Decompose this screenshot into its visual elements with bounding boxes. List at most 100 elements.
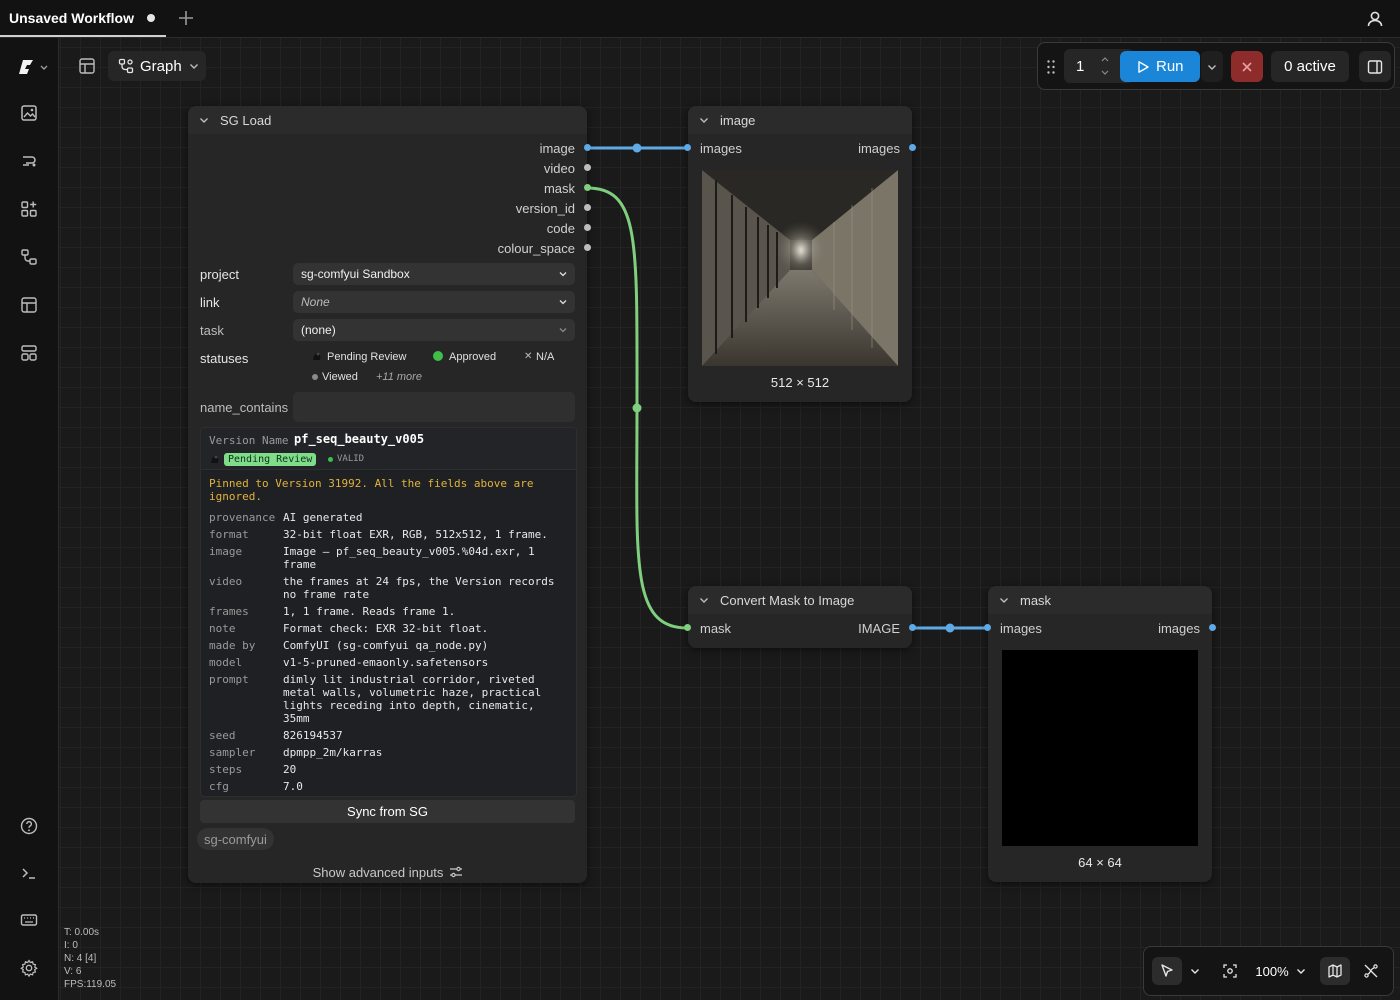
- user-icon[interactable]: [1364, 8, 1386, 30]
- link-select[interactable]: None: [293, 291, 575, 313]
- version-info-header: Version Name pf_seq_beauty_v005 Pending …: [201, 428, 576, 470]
- settings-gear-icon[interactable]: [18, 957, 40, 979]
- node-library-icon[interactable]: [18, 150, 40, 172]
- output-slot-image[interactable]: [909, 624, 916, 631]
- graph-mode-dropdown[interactable]: Graph: [108, 51, 206, 81]
- version-name-value: pf_seq_beauty_v005: [294, 432, 425, 446]
- output-slot-image[interactable]: [584, 144, 591, 151]
- left-sidebar: [0, 38, 59, 1000]
- link-label: link: [200, 295, 220, 310]
- new-tab-plus-icon[interactable]: [176, 8, 196, 28]
- fit-view-button[interactable]: [1218, 957, 1242, 985]
- info-value: 1, 1 frame. Reads frame 1.: [283, 605, 456, 618]
- output-slot-images[interactable]: [909, 144, 916, 151]
- output-label-code: code: [546, 221, 575, 236]
- output-slot-version-id[interactable]: [584, 204, 591, 211]
- model-library-icon[interactable]: [18, 198, 40, 220]
- status-pending-review[interactable]: Pending Review: [327, 351, 407, 363]
- minimap-toggle-button[interactable]: [1320, 957, 1350, 985]
- node-header[interactable]: mask: [988, 586, 1212, 614]
- info-key: made by: [209, 639, 256, 652]
- run-button[interactable]: Run: [1120, 51, 1200, 82]
- collapse-chevron-icon[interactable]: [698, 114, 710, 126]
- panel-toggle-icon[interactable]: [78, 57, 96, 75]
- batch-count-value[interactable]: 1: [1076, 58, 1084, 75]
- status-approved[interactable]: Approved: [449, 351, 496, 363]
- corridor-image: [702, 170, 898, 366]
- node-title: Convert Mask to Image: [720, 593, 855, 608]
- canvas-controls: 100%: [1143, 946, 1394, 996]
- collapse-chevron-icon[interactable]: [998, 594, 1010, 606]
- advanced-inputs-label: Show advanced inputs: [312, 864, 444, 880]
- chevron-down-icon: [1208, 64, 1216, 70]
- zoom-dropdown[interactable]: 100%: [1250, 957, 1312, 985]
- toggle-links-button[interactable]: [1356, 957, 1386, 985]
- info-value: 20: [283, 763, 297, 776]
- show-advanced-inputs-button[interactable]: Show advanced inputs: [188, 861, 588, 883]
- output-slot-code[interactable]: [584, 224, 591, 231]
- stats-i: I: 0: [64, 940, 78, 951]
- stats-v: V: 6: [64, 966, 82, 977]
- collapse-chevron-icon[interactable]: [698, 594, 710, 606]
- info-row: format 32-bit float EXR, RGB, 512x512, 1 …: [209, 528, 564, 541]
- interaction-mode-dropdown[interactable]: [1184, 957, 1206, 985]
- select-mode-button[interactable]: [1152, 957, 1182, 985]
- drag-handle-icon[interactable]: [1046, 59, 1056, 75]
- help-icon[interactable]: [18, 815, 40, 837]
- info-row: cfg 7.0: [209, 780, 564, 793]
- output-slot-images[interactable]: [1209, 624, 1216, 631]
- mask-preview-image[interactable]: [1002, 650, 1198, 846]
- info-row: image Image — pf_seq_beauty_v005.%04d.exr…: [209, 545, 564, 571]
- run-toolbar: 1 Run 0 active: [1037, 42, 1395, 90]
- status-na[interactable]: N/A: [536, 351, 554, 363]
- preview-image[interactable]: [702, 170, 898, 366]
- sync-from-sg-button[interactable]: Sync from SG: [200, 800, 575, 823]
- terminal-icon[interactable]: [18, 862, 40, 884]
- sliders-icon: [450, 866, 463, 878]
- output-label-colour-space: colour_space: [497, 241, 575, 256]
- convert-mask-to-image-node[interactable]: Convert Mask to Image mask IMAGE: [684, 586, 916, 648]
- queue-panel-icon[interactable]: [18, 342, 40, 364]
- mask-preview-node[interactable]: mask images images 64 × 64: [984, 586, 1216, 882]
- keyboard-shortcuts-icon[interactable]: [18, 909, 40, 931]
- input-slot-images[interactable]: [684, 144, 691, 151]
- input-slot-mask[interactable]: [684, 624, 691, 631]
- sg-load-node[interactable]: SG Load image video mask version_id code…: [188, 106, 591, 883]
- active-jobs-button[interactable]: 0 active: [1271, 51, 1349, 82]
- output-slot-colour-space[interactable]: [584, 244, 591, 251]
- run-button-label: Run: [1156, 58, 1184, 75]
- workflows-icon[interactable]: [18, 246, 40, 268]
- zoom-level: 100%: [1255, 963, 1289, 979]
- node-header[interactable]: Convert Mask to Image: [688, 586, 912, 614]
- pending-review-status-icon: [313, 352, 321, 360]
- stats-time: T: 0.00s: [64, 927, 100, 938]
- info-key: seed: [209, 729, 236, 742]
- workflow-tab[interactable]: Unsaved Workflow: [0, 0, 166, 37]
- statuses-more-link[interactable]: +11 more: [376, 371, 422, 383]
- output-slot-video[interactable]: [584, 164, 591, 171]
- project-select[interactable]: sg-comfyui Sandbox: [293, 263, 575, 285]
- info-row: model v1-5-pruned-emaonly.safetensors: [209, 656, 564, 669]
- status-viewed[interactable]: Viewed: [322, 371, 358, 383]
- templates-icon[interactable]: [18, 294, 40, 316]
- node-header[interactable]: image: [688, 106, 912, 134]
- node-header[interactable]: SG Load: [188, 106, 587, 134]
- cancel-run-button[interactable]: [1231, 51, 1263, 82]
- name-contains-input[interactable]: [293, 392, 575, 422]
- comfy-logo-menu-icon[interactable]: [16, 56, 50, 78]
- output-slot-mask[interactable]: [584, 184, 591, 191]
- collapse-chevron-icon[interactable]: [198, 114, 210, 126]
- render-stats: T: 0.00s I: 0 N: 4 [4] V: 6 FPS:119.05: [64, 926, 116, 991]
- task-select[interactable]: (none): [293, 319, 575, 341]
- info-value: 32-bit float EXR, RGB, 512x512, 1 frame.: [283, 528, 548, 541]
- run-options-dropdown[interactable]: [1201, 51, 1223, 82]
- graph-icon: [118, 58, 134, 74]
- media-assets-icon[interactable]: [18, 102, 40, 124]
- project-value: sg-comfyui Sandbox: [301, 267, 410, 281]
- toggle-right-panel-button[interactable]: [1359, 51, 1391, 82]
- input-slot-images[interactable]: [984, 624, 991, 631]
- image-preview-node[interactable]: image images images 512 × 512: [684, 106, 916, 402]
- info-key: image: [209, 545, 243, 558]
- info-key: steps: [209, 763, 243, 776]
- stepper-arrows-icon[interactable]: [1100, 54, 1110, 78]
